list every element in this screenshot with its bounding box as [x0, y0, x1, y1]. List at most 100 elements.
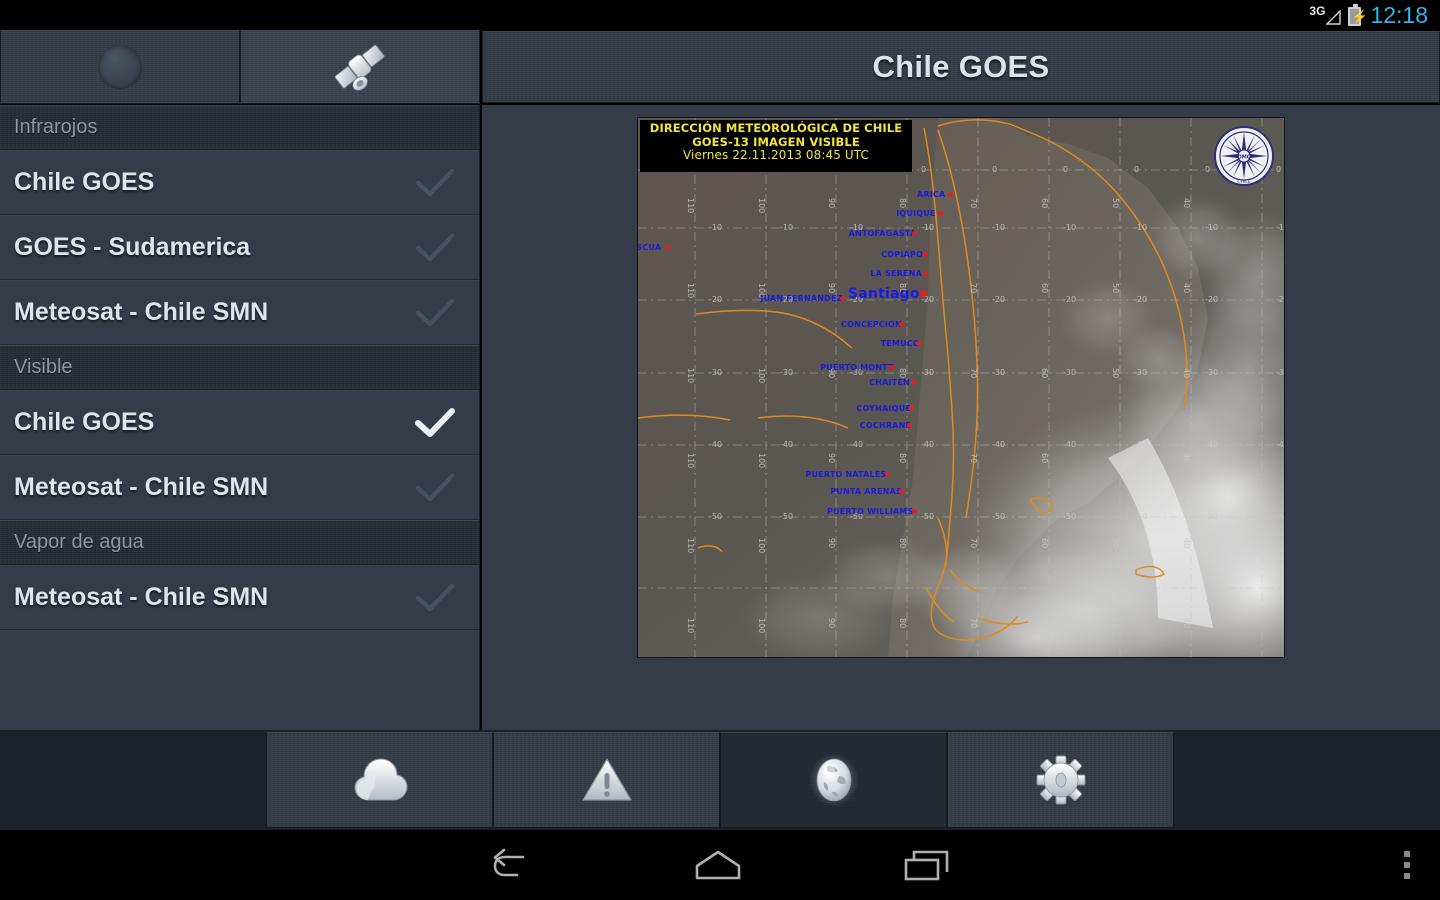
map-lat-label: -10	[921, 223, 935, 232]
check-icon	[409, 166, 461, 200]
map-lon-label: 80	[898, 453, 907, 464]
map-lat-label: -20	[1134, 295, 1148, 304]
cloud-icon	[353, 758, 408, 801]
map-city-marker	[917, 341, 922, 346]
map-lon-label: 110	[686, 283, 695, 299]
map-city-marker	[911, 380, 916, 385]
map-lat-label: -40	[709, 440, 723, 449]
tab-alerts[interactable]	[493, 732, 720, 828]
map-city-label: PUNTA ARENAS	[830, 487, 902, 496]
map-lon-label: 110	[686, 538, 695, 554]
map-lat-label: -40	[850, 440, 864, 449]
network-type-label: 3G	[1309, 4, 1326, 18]
map-lon-label: 50	[1111, 283, 1120, 294]
map-caption-line2: GOES-13 IMAGEN VISIBLE	[692, 134, 860, 149]
sidebar-item[interactable]: Meteosat - Chile SMN	[0, 455, 479, 520]
map-lon-label: 70	[969, 618, 978, 629]
map-city-label: CONCEPCION	[841, 320, 902, 329]
map-lat-label: -30	[1134, 368, 1148, 377]
sidebar-section-header: Visible	[0, 345, 479, 390]
home-icon[interactable]	[693, 848, 743, 882]
android-nav-bar	[0, 830, 1440, 900]
warning-icon	[581, 758, 632, 801]
map-lat-label: -20	[1276, 295, 1284, 304]
sidebar-item-label: Chile GOES	[14, 168, 155, 196]
recents-icon[interactable]	[903, 848, 951, 882]
map-city-label: COYHAIQUE	[856, 404, 911, 413]
page-title: Chile GOES	[872, 49, 1050, 84]
bottom-tab-bar	[266, 732, 1174, 828]
map-lon-label: 70	[969, 453, 978, 464]
sidebar-empty-area	[0, 630, 479, 730]
map-city-label: IQUIQUE	[896, 209, 936, 218]
map-caption-line1: DIRECCIÓN METEOROLÓGICA DE CHILE	[649, 121, 903, 135]
map-lon-label: 40	[1182, 368, 1191, 379]
map-lat-label: -20	[992, 295, 1006, 304]
map-lon-label: 50	[1111, 453, 1120, 464]
map-lon-label: 80	[898, 198, 907, 209]
top-tab-bar	[0, 30, 480, 104]
overflow-menu-icon[interactable]	[1404, 851, 1410, 879]
map-lat-label: 0	[1134, 165, 1140, 174]
sidebar-item[interactable]: Chile GOES	[0, 150, 479, 215]
map-city-marker	[885, 472, 890, 477]
map-city-marker	[912, 231, 917, 236]
map-lat-label: -30	[1276, 368, 1284, 377]
sidebar-section-header: Vapor de agua	[0, 520, 479, 565]
map-city-marker	[899, 489, 904, 494]
map-city-label: Santiago	[848, 286, 920, 302]
sidebar-item[interactable]: Meteosat - Chile SMN	[0, 565, 479, 630]
map-lon-label: 90	[827, 198, 836, 209]
sidebar-item-label: Meteosat - Chile SMN	[14, 583, 269, 611]
map-lat-label: -50	[1205, 512, 1219, 521]
map-lon-label: 60	[1040, 618, 1049, 629]
map-city-label: LA SERENA	[870, 269, 923, 278]
map-lat-label: -30	[1063, 368, 1077, 377]
sidebar-item[interactable]: GOES - Sudamerica	[0, 215, 479, 280]
map-lat-label: -20	[709, 295, 723, 304]
charging-bolt-icon: ⚡	[1351, 8, 1368, 24]
map-lon-label: 60	[1040, 283, 1049, 294]
map-city-label: PUERTO NATALES	[805, 470, 887, 479]
map-lon-label: 50	[1111, 618, 1120, 629]
map-city-marker	[840, 296, 845, 301]
sidebar-item-selected[interactable]: Chile GOES	[0, 390, 479, 455]
map-lat-label: -10	[709, 223, 723, 232]
map-lat-label: -40	[1063, 440, 1077, 449]
map-city-label: COPIAPO	[881, 250, 923, 259]
map-lon-label: 70	[969, 538, 978, 549]
map-lon-label: 60	[1040, 368, 1049, 379]
svg-text:DMC: DMC	[1238, 155, 1251, 161]
map-city-label: PUERTO MONTT	[820, 363, 894, 372]
tab-radar[interactable]	[0, 30, 240, 104]
back-icon[interactable]	[489, 847, 533, 883]
check-icon	[409, 471, 461, 505]
map-city-marker	[923, 252, 928, 257]
map-caption-timestamp: Viernes 22.11.2013 08:45 UTC	[683, 148, 869, 162]
tab-settings[interactable]	[947, 732, 1174, 828]
tab-satellite[interactable]	[240, 30, 480, 104]
map-lat-label: -20	[1063, 295, 1077, 304]
globe-dim-icon	[98, 45, 142, 89]
map-lon-label: 110	[686, 368, 695, 384]
map-lat-label: -50	[992, 512, 1006, 521]
tab-satellite-maps[interactable]	[720, 732, 947, 828]
sidebar-item-label: Meteosat - Chile SMN	[14, 298, 269, 326]
source-list-sidebar[interactable]: Infrarojos Chile GOES GOES - Sudamerica Met…	[0, 105, 480, 730]
map-city-marker	[665, 245, 670, 250]
map-lat-label: -10	[1134, 223, 1148, 232]
map-lat-label: -30	[992, 368, 1006, 377]
check-icon-active	[409, 406, 461, 440]
sidebar-section-header: Infrarojos	[0, 105, 479, 150]
map-lat-label: -10	[992, 223, 1006, 232]
map-city-marker	[938, 211, 943, 216]
map-lat-label: -30	[921, 368, 935, 377]
map-lon-label: 90	[827, 538, 836, 549]
satellite-image[interactable]: 000000000-10-10-10-10-10-10-10-10-10-20-…	[638, 118, 1284, 657]
map-lon-label: 110	[686, 618, 695, 634]
tab-forecast[interactable]	[266, 732, 493, 828]
map-city-marker	[889, 365, 894, 370]
sidebar-item[interactable]: Meteosat - Chile SMN	[0, 280, 479, 345]
map-lat-label: -40	[780, 440, 794, 449]
map-city-label: ANTOFAGASTA	[848, 229, 917, 238]
